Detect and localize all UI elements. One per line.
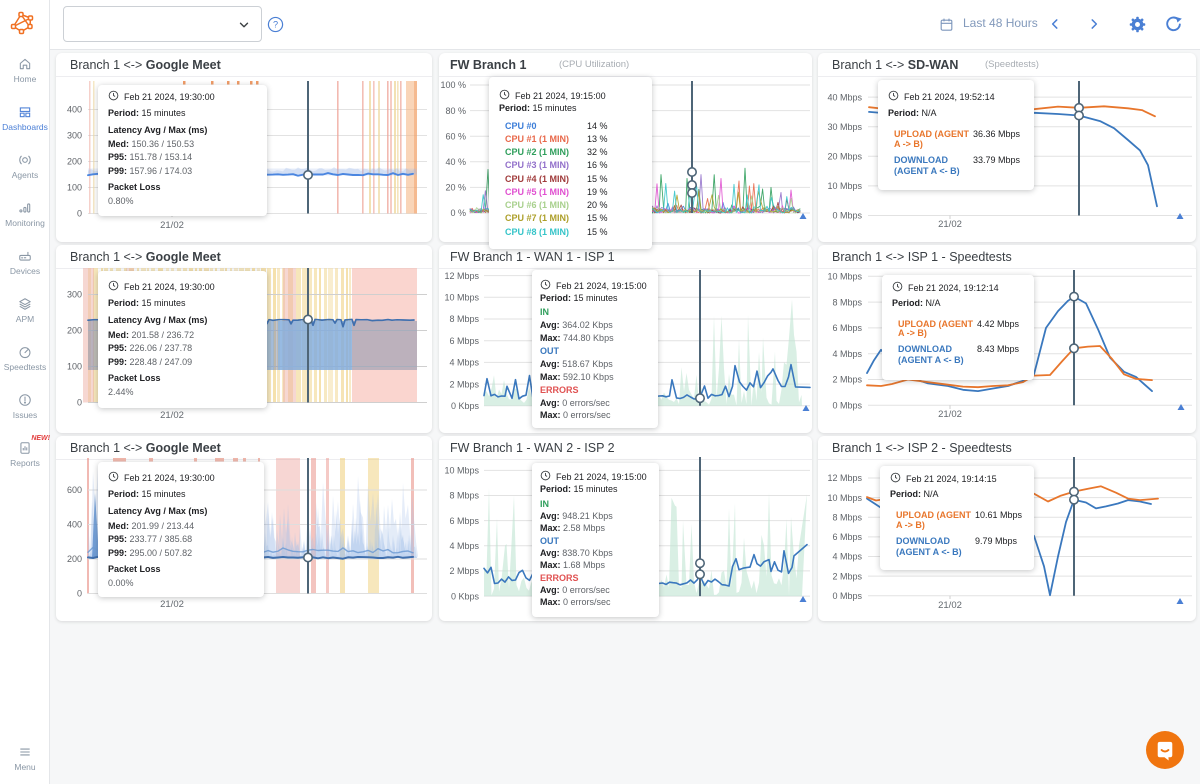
svg-text:10 Mbps: 10 Mbps <box>827 181 862 191</box>
svg-text:0: 0 <box>77 589 82 599</box>
svg-text:0 Mbps: 0 Mbps <box>832 211 862 221</box>
svg-text:100: 100 <box>67 183 82 193</box>
svg-text:4 Mbps: 4 Mbps <box>832 552 862 562</box>
svg-text:8 Mbps: 8 Mbps <box>449 314 479 324</box>
svg-text:10 Mbps: 10 Mbps <box>827 493 862 503</box>
svg-text:8 Mbps: 8 Mbps <box>832 512 862 522</box>
svg-text:100: 100 <box>67 362 82 372</box>
svg-text:6 Mbps: 6 Mbps <box>449 336 479 346</box>
svg-text:20 Mbps: 20 Mbps <box>827 152 862 162</box>
svg-text:30 Mbps: 30 Mbps <box>827 122 862 132</box>
svg-text:0 Mbps: 0 Mbps <box>832 591 862 601</box>
svg-text:10 Mbps: 10 Mbps <box>827 272 862 282</box>
svg-text:10 Mbps: 10 Mbps <box>444 293 479 303</box>
svg-text:4 Mbps: 4 Mbps <box>832 349 862 359</box>
svg-text:40 Mbps: 40 Mbps <box>827 92 862 102</box>
svg-text:12 Mbps: 12 Mbps <box>444 271 479 281</box>
svg-text:2 Mbps: 2 Mbps <box>449 566 479 576</box>
svg-text:21/02: 21/02 <box>160 599 184 610</box>
svg-text:4 Mbps: 4 Mbps <box>449 358 479 368</box>
svg-text:12 Mbps: 12 Mbps <box>827 473 862 483</box>
svg-text:4 Mbps: 4 Mbps <box>449 541 479 551</box>
svg-text:0 Kbps: 0 Kbps <box>451 401 480 411</box>
svg-text:300: 300 <box>67 131 82 141</box>
svg-text:8 Mbps: 8 Mbps <box>832 297 862 307</box>
svg-text:600: 600 <box>67 485 82 495</box>
svg-text:0: 0 <box>77 209 82 219</box>
svg-text:40 %: 40 % <box>445 157 466 167</box>
svg-text:100 %: 100 % <box>440 80 466 90</box>
svg-text:0 %: 0 % <box>450 208 466 218</box>
svg-text:200: 200 <box>67 157 82 167</box>
svg-text:0 Kbps: 0 Kbps <box>451 591 480 601</box>
svg-text:21/02: 21/02 <box>160 410 184 421</box>
svg-text:6 Mbps: 6 Mbps <box>832 532 862 542</box>
svg-text:400: 400 <box>67 105 82 115</box>
svg-text:21/02: 21/02 <box>160 220 184 231</box>
svg-text:21/02: 21/02 <box>938 219 962 230</box>
svg-text:400: 400 <box>67 520 82 530</box>
svg-text:2 Mbps: 2 Mbps <box>832 375 862 385</box>
svg-text:21/02: 21/02 <box>938 409 962 420</box>
svg-text:300: 300 <box>67 290 82 300</box>
svg-text:?: ? <box>273 20 278 30</box>
svg-text:80 %: 80 % <box>445 106 466 116</box>
svg-text:6 Mbps: 6 Mbps <box>449 516 479 526</box>
svg-text:20 %: 20 % <box>445 183 466 193</box>
svg-text:2 Mbps: 2 Mbps <box>449 379 479 389</box>
svg-text:60 %: 60 % <box>445 131 466 141</box>
svg-text:0 Mbps: 0 Mbps <box>832 401 862 411</box>
svg-text:6 Mbps: 6 Mbps <box>832 323 862 333</box>
svg-text:200: 200 <box>67 554 82 564</box>
svg-text:0: 0 <box>77 398 82 408</box>
svg-text:200: 200 <box>67 326 82 336</box>
svg-text:10 Mbps: 10 Mbps <box>444 466 479 476</box>
svg-text:21/02: 21/02 <box>938 600 962 611</box>
svg-text:8 Mbps: 8 Mbps <box>449 491 479 501</box>
svg-text:2 Mbps: 2 Mbps <box>832 571 862 581</box>
